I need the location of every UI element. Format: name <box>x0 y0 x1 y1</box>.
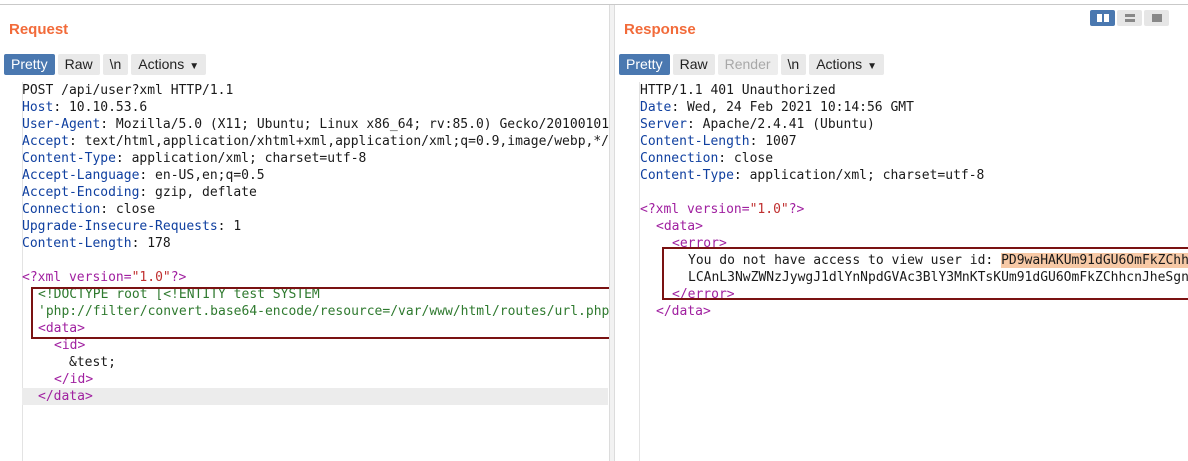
tab-newline[interactable]: \n <box>780 54 807 75</box>
xml-id-close: </id> <box>54 372 94 387</box>
annotation-highlight-box <box>31 287 609 339</box>
actions-dropdown[interactable]: Actions ▼ <box>809 54 885 75</box>
response-title: Response <box>624 21 696 38</box>
chevron-down-icon: ▼ <box>189 61 200 72</box>
request-header: Accept-Language: en-US,en;q=0.5 <box>22 168 265 183</box>
annotation-highlight-box <box>662 247 1188 300</box>
response-header: Content-Type: application/xml; charset=u… <box>640 168 985 183</box>
xml-declaration: <?xml version="1.0"?> <box>22 270 187 285</box>
chevron-down-icon: ▼ <box>867 61 878 72</box>
response-header: Date: Wed, 24 Feb 2021 10:14:56 GMT <box>640 100 914 115</box>
request-pane: Request Pretty Raw \n Actions ▼ 1 2 3 4 5… <box>0 5 609 461</box>
request-header: Accept: text/html,application/xhtml+xml,… <box>22 134 609 149</box>
tab-newline[interactable]: \n <box>102 54 129 75</box>
actions-label: Actions <box>816 56 863 72</box>
response-header: Content-Length: 1007 <box>640 134 797 149</box>
xml-data-close: </data> <box>38 389 93 404</box>
request-header: Host: 10.10.53.6 <box>22 100 148 115</box>
actions-dropdown[interactable]: Actions ▼ <box>131 54 207 75</box>
response-header: Connection: close <box>640 151 774 166</box>
tab-raw[interactable]: Raw <box>672 54 715 75</box>
request-line: POST /api/user?xml HTTP/1.1 <box>22 83 234 98</box>
request-header: Content-Length: 178 <box>22 236 171 251</box>
response-editor[interactable]: 1 2 3 4 5 6 7 8 9 10 HTTP/1.1 401 Unauth… <box>615 82 1188 461</box>
request-header: Accept-Encoding: gzip, deflate <box>22 185 257 200</box>
response-header: Server: Apache/2.4.41 (Ubuntu) <box>640 117 875 132</box>
request-header: User-Agent: Mozilla/5.0 (X11; Ubuntu; Li… <box>22 117 609 132</box>
xml-id-open: <id> <box>54 338 86 353</box>
tab-render[interactable]: Render <box>717 54 778 75</box>
response-pane: Response Pretty Raw Render \n Actions ▼ 1… <box>615 5 1188 461</box>
xml-entity-ref: &test; <box>69 355 116 370</box>
tab-pretty[interactable]: Pretty <box>4 54 55 75</box>
actions-label: Actions <box>138 56 185 72</box>
request-header: Upgrade-Insecure-Requests: 1 <box>22 219 242 234</box>
request-header: Content-Type: application/xml; charset=u… <box>22 151 367 166</box>
request-tabs: Pretty Raw \n Actions ▼ <box>4 54 207 75</box>
xml-declaration: <?xml version="1.0"?> <box>640 202 805 217</box>
status-line: HTTP/1.1 401 Unauthorized <box>640 83 836 98</box>
response-tabs: Pretty Raw Render \n Actions ▼ <box>619 54 885 75</box>
xml-data-close: </data> <box>656 304 711 319</box>
tab-pretty[interactable]: Pretty <box>619 54 670 75</box>
request-editor[interactable]: 1 2 3 4 5 6 7 8 9 10 11 12 13 14 15 POST… <box>0 82 609 461</box>
tab-raw[interactable]: Raw <box>57 54 100 75</box>
request-header: Connection: close <box>22 202 156 217</box>
request-title: Request <box>9 21 69 38</box>
xml-data-open: <data> <box>656 219 703 234</box>
